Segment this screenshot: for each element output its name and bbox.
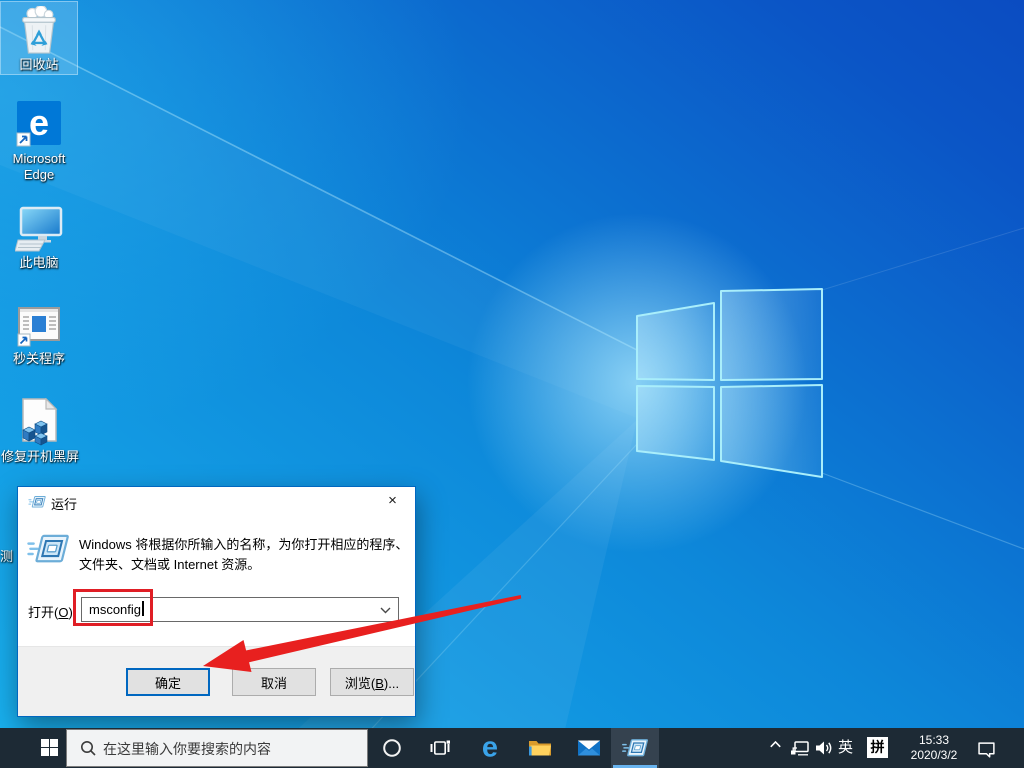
taskbar-file-explorer-button[interactable] [516, 728, 564, 768]
ok-button[interactable]: 确定 [126, 668, 210, 696]
desktop: 回收站 e Microsoft Edge 此电脑 秒关程序 修复开机黑屏 测 运… [0, 0, 1024, 768]
clock-date: 2020/3/2 [910, 748, 958, 762]
dialog-description: Windows 将根据你所输入的名称，为你打开相应的程序、 文件夹、文档或 In… [79, 537, 409, 572]
action-center-icon [978, 742, 995, 758]
cortana-button[interactable] [368, 728, 416, 768]
dialog-footer: 确定 取消 浏览(B)... [18, 646, 415, 716]
open-combobox-input[interactable]: msconfig [81, 597, 399, 622]
ime-language-indicator[interactable]: 英 [838, 728, 853, 768]
chevron-up-icon [770, 741, 781, 748]
desktop-icon-registry-file[interactable]: 修复开机黑屏 [1, 398, 80, 465]
task-view-icon [430, 740, 450, 755]
this-pc-icon [15, 206, 63, 252]
close-icon: × [388, 492, 397, 509]
start-button[interactable] [0, 728, 64, 768]
cancel-button[interactable]: 取消 [232, 668, 316, 696]
action-center-button[interactable] [978, 728, 996, 768]
edge-icon: e [16, 101, 61, 147]
run-icon [28, 495, 46, 509]
taskbar-search-input[interactable]: 在这里输入你要搜索的内容 [66, 729, 368, 767]
dialog-title: 运行 [51, 497, 78, 512]
mail-icon [578, 740, 600, 756]
task-view-button[interactable] [416, 728, 464, 768]
desktop-icon-recycle-bin[interactable]: 回收站 [0, 1, 78, 75]
browse-button[interactable]: 浏览(B)... [330, 668, 414, 696]
edge-icon: e [481, 731, 499, 764]
text-caret [142, 601, 144, 616]
run-icon [622, 738, 649, 758]
cortana-icon [383, 739, 401, 757]
clipped-desktop-icon-label: 测 [0, 549, 14, 564]
desktop-icon-label: Edge [23, 167, 55, 182]
windows-start-icon [41, 739, 58, 756]
taskbar: 在这里输入你要搜索的内容 e 英 拼 15:33 2020/3/2 [0, 728, 1024, 768]
desktop-icon-label: 回收站 [19, 57, 59, 72]
registry-file-icon [22, 398, 58, 446]
taskbar-mail-button[interactable] [565, 728, 613, 768]
file-explorer-icon [529, 741, 551, 756]
desktop-icon-label: 此电脑 [19, 255, 59, 270]
search-icon [81, 741, 96, 756]
ime-mode-indicator[interactable]: 拼 [867, 737, 888, 758]
desktop-icon-program[interactable]: 秒关程序 [1, 306, 77, 367]
chevron-down-icon[interactable] [380, 607, 391, 614]
taskbar-run-button-active[interactable] [611, 728, 659, 768]
app-window-icon [17, 307, 60, 347]
tray-expand-button[interactable] [770, 728, 781, 768]
desktop-icon-microsoft-edge[interactable]: e Microsoft Edge [1, 100, 77, 183]
volume-button[interactable] [816, 728, 833, 768]
clock-time: 15:33 [918, 733, 950, 747]
run-dialog-window: 运行 × Windows 将根据你所输入的名称，为你打开相应的程序、 文件夹、文… [17, 486, 416, 717]
run-dialog-titlebar[interactable]: 运行 × [18, 487, 415, 516]
desktop-icon-label: Microsoft [12, 151, 66, 166]
taskbar-clock[interactable]: 15:33 2020/3/2 [896, 733, 972, 763]
network-button[interactable] [791, 728, 809, 768]
search-placeholder: 在这里输入你要搜索的内容 [103, 741, 271, 757]
taskbar-edge-button[interactable]: e [466, 728, 514, 768]
run-icon-large [26, 533, 70, 565]
recycle-bin-icon [22, 6, 56, 54]
open-label: 打开(O): [28, 605, 77, 620]
desktop-icon-label: 修复开机黑屏 [1, 449, 80, 464]
desktop-icon-this-pc[interactable]: 此电脑 [1, 206, 77, 271]
network-icon [791, 741, 809, 756]
open-input-value: msconfig [89, 602, 142, 617]
speaker-icon [816, 741, 832, 755]
close-button[interactable]: × [370, 487, 415, 515]
svg-text:e: e [29, 102, 49, 143]
desktop-icon-label: 秒关程序 [12, 351, 65, 366]
